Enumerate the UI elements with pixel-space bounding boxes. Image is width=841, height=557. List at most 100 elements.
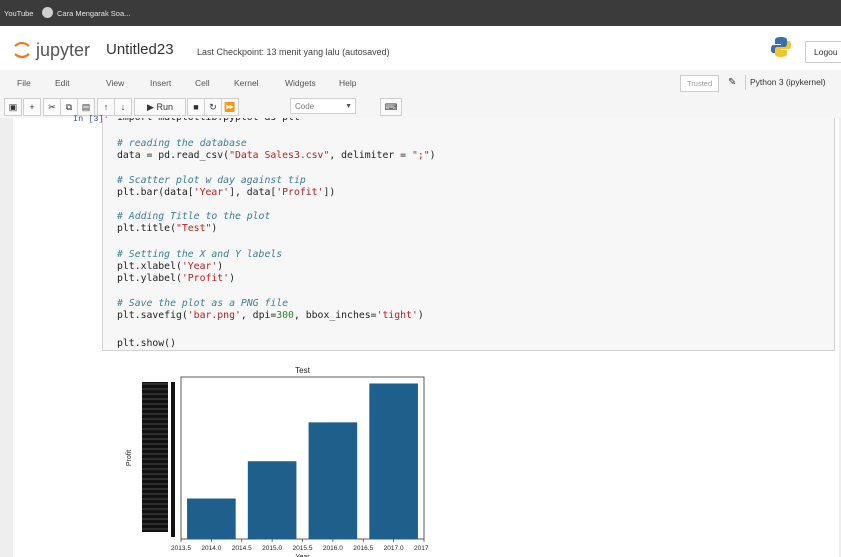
restart-icon[interactable]: ↻	[204, 98, 222, 116]
notebook-page: In [3]: import matplotlib.pyplot as plt#…	[13, 114, 839, 557]
code-line: # Setting the X and Y labels	[117, 249, 282, 260]
python-logo-icon	[771, 37, 791, 57]
code-line: # Scatter plot w day against tip	[117, 175, 306, 186]
code-string: ";"	[411, 150, 430, 161]
chart-title: Test	[295, 366, 310, 375]
code-token: )	[429, 150, 436, 161]
bookmark-youtube[interactable]: YouTube	[4, 9, 33, 18]
code-string: 'Year'	[193, 187, 230, 198]
code-string: 'Year'	[181, 261, 218, 272]
globe-icon	[42, 7, 53, 18]
code-line: plt.ylabel('Profit')	[117, 273, 235, 284]
trusted-badge[interactable]: Trusted	[680, 75, 720, 92]
code-comment: # Adding Title to the plot	[117, 211, 271, 222]
bar	[247, 461, 297, 539]
code-token: , delimiter =	[329, 150, 412, 161]
code-string: "Data Sales3.csv"	[229, 150, 330, 161]
code-line: import matplotlib.pyplot as plt	[117, 118, 300, 123]
x-tick-label: 2017.5	[414, 545, 429, 552]
notebook-name[interactable]: Untitled23	[106, 41, 174, 58]
code-token: ])	[323, 187, 336, 198]
jupyter-logo-text[interactable]: jupyter	[36, 40, 90, 61]
kernel-indicator[interactable]: Python 3 (ipykernel)	[745, 75, 830, 90]
run-label: Run	[156, 102, 173, 112]
notebook-toolbar: ▣ + ✂ ⧉ ▤ ↑ ↓ ▶ Run ■ ↻ ⏩ Code ▼ ⌨	[0, 96, 841, 119]
code-number: 300	[276, 310, 294, 321]
code-token: )	[211, 223, 218, 234]
code-line: data = pd.read_csv("Data Sales3.csv", de…	[117, 150, 436, 161]
code-token: , dpi=	[240, 310, 277, 321]
y-axis-label: Profit	[126, 450, 133, 466]
checkpoint-status: Last Checkpoint: 13 menit yang lalu (aut…	[197, 47, 390, 57]
code-token: , bbox_inches=	[293, 310, 377, 321]
notebook-area: In [3]: import matplotlib.pyplot as plt#…	[0, 114, 841, 557]
x-tick-label: 2013.5	[171, 545, 191, 552]
chevron-down-icon: ▼	[345, 103, 352, 110]
menu-widgets[interactable]: Widgets	[285, 78, 316, 88]
cut-icon[interactable]: ✂	[43, 98, 61, 116]
menu-insert[interactable]: Insert	[150, 78, 171, 88]
menu-file[interactable]: File	[17, 78, 31, 88]
bookmarks-bar: YouTube Cara Mengarak Soa...	[0, 0, 841, 26]
bookmark-cara-mengarak[interactable]: Cara Mengarak Soa...	[57, 9, 130, 18]
logout-button[interactable]: Logou	[805, 41, 841, 63]
code-token: data = pd.read_csv(	[117, 150, 230, 161]
code-line: plt.bar(data['Year'], data['Profit'])	[117, 187, 335, 198]
code-string: "Test"	[175, 223, 212, 234]
add-cell-icon[interactable]: +	[23, 98, 41, 116]
code-comment: # Setting the X and Y labels	[117, 249, 283, 260]
bar	[187, 498, 236, 539]
code-line: # Adding Title to the plot	[117, 211, 270, 222]
code-token: plt.ylabel(	[117, 273, 182, 284]
bar-chart: 2013.5 2014.0 2014.5 2015.0 2015.5 2016.0 2016…	[126, 366, 429, 557]
code-line: # reading the database	[117, 138, 247, 149]
cell-type-select[interactable]: Code ▼	[290, 98, 356, 114]
menu-edit[interactable]: Edit	[55, 78, 70, 88]
run-button[interactable]: ▶ Run	[134, 98, 186, 116]
menu-bar: File Edit View Insert Cell Kernel Widget…	[0, 70, 841, 97]
notebook-header: jupyter Untitled23 Last Checkpoint: 13 m…	[0, 26, 841, 70]
menu-view[interactable]: View	[106, 78, 124, 88]
cell-output: 2013.5 2014.0 2014.5 2015.0 2015.5 2016.0 2016…	[102, 362, 835, 557]
fast-forward-icon[interactable]: ⏩	[221, 98, 239, 116]
menu-kernel[interactable]: Kernel	[234, 78, 259, 88]
code-cell-editor[interactable]: import matplotlib.pyplot as plt # reading…	[102, 118, 835, 351]
code-token: )	[229, 273, 235, 284]
code-token: plt.bar(data[	[117, 187, 194, 198]
code-line: plt.xlabel('Year')	[117, 261, 223, 272]
code-token: plt.title(	[117, 223, 176, 234]
x-tick-label: 2014.0	[201, 545, 221, 552]
x-tick-label: 2017.0	[384, 545, 404, 552]
x-tick-label: 2016.5	[353, 545, 373, 552]
code-comment: # Scatter plot w day against tip	[117, 175, 306, 186]
code-token: plt.savefig(	[117, 310, 188, 321]
code-string: 'bar.png'	[187, 310, 241, 321]
x-tick-label: 2015.0	[262, 545, 282, 552]
x-tick-label: 2014.5	[232, 545, 252, 552]
code-token: )	[417, 310, 424, 321]
bar	[308, 422, 358, 539]
x-tick-label: 2016.0	[323, 545, 343, 552]
keyboard-icon[interactable]: ⌨	[380, 98, 402, 116]
move-down-icon[interactable]: ↓	[114, 98, 132, 116]
code-token: )	[217, 261, 224, 272]
y-tick-marks	[171, 382, 175, 537]
code-line: plt.show()	[117, 338, 176, 349]
code-comment: # reading the database	[117, 138, 247, 149]
code-string: 'Profit'	[181, 273, 230, 284]
menu-cell[interactable]: Cell	[195, 78, 210, 88]
code-token: ], data[	[229, 187, 277, 198]
menu-help[interactable]: Help	[339, 78, 356, 88]
stop-icon[interactable]: ■	[187, 98, 205, 116]
x-tick-label: 2015.5	[293, 545, 313, 552]
save-icon[interactable]: ▣	[4, 98, 22, 116]
jupyter-logo-icon	[14, 41, 30, 59]
code-string: 'Profit'	[276, 187, 324, 198]
code-line: plt.title("Test")	[117, 223, 217, 234]
code-line: # Save the plot as a PNG file	[117, 298, 288, 309]
code-string: 'tight'	[376, 310, 418, 321]
cell-type-value: Code	[295, 102, 315, 111]
y-tick-labels-overlap	[142, 382, 168, 532]
pencil-icon[interactable]: ✎	[728, 77, 736, 88]
code-comment: # Save the plot as a PNG file	[117, 298, 289, 309]
